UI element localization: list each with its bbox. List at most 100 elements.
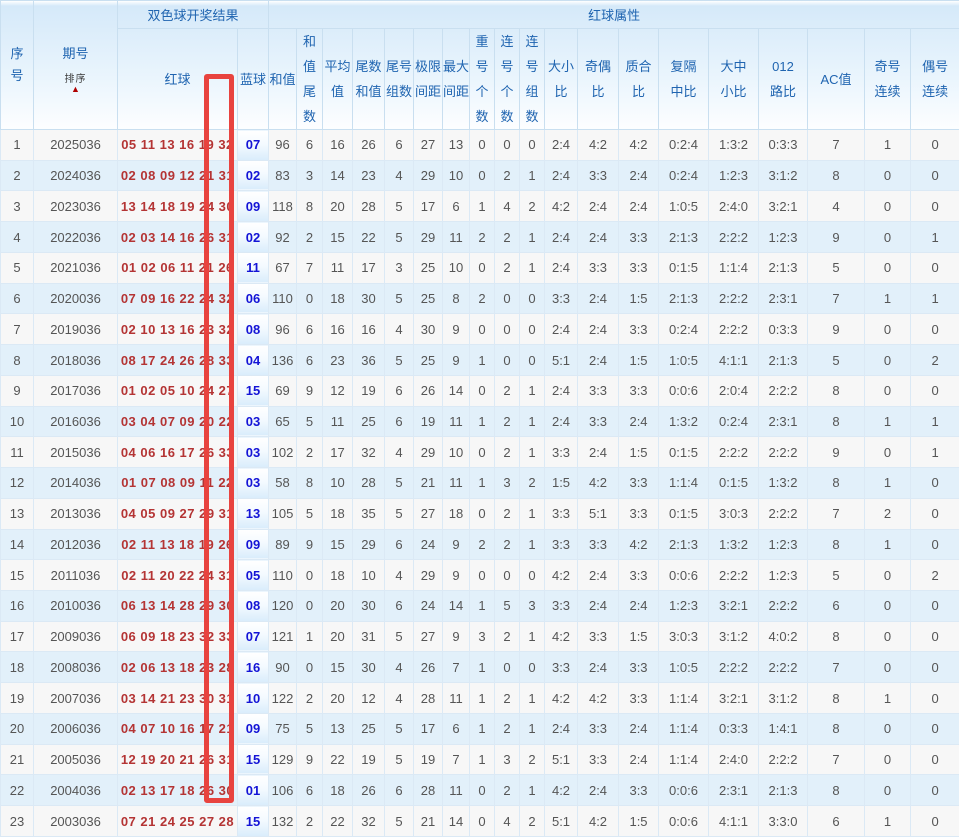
period-cell: 2013036 (34, 498, 118, 529)
stat-cell-odd-consecutive: 0 (865, 437, 911, 468)
stat-cell-average: 15 (323, 652, 353, 683)
stat-cell-sum: 129 (269, 744, 297, 775)
col-header-period-sort[interactable]: 期号 排序 ▲ (34, 1, 118, 130)
stat-cell-repeat-count: 0 (470, 375, 495, 406)
stat-cell-big-mid-small-ratio: 4:1:1 (709, 806, 759, 837)
col-header-line: 间距 (443, 79, 469, 104)
stat-cell-max-gap: 13 (443, 130, 470, 161)
stat-cell-road-012-ratio: 4:0:2 (759, 621, 808, 652)
stat-cell-ac-value: 8 (808, 621, 865, 652)
stat-cell-consecutive-count: 2 (495, 252, 520, 283)
stat-cell-average: 20 (323, 621, 353, 652)
stat-cell-limit-gap: 28 (414, 683, 443, 714)
sort-label: 排序 (65, 74, 87, 85)
stat-cell-repeat-count: 1 (470, 713, 495, 744)
stat-cell-sum: 122 (269, 683, 297, 714)
stat-cell-sum: 67 (269, 252, 297, 283)
stat-cell-odd-consecutive: 0 (865, 252, 911, 283)
stat-cell-ac-value: 6 (808, 591, 865, 622)
stat-cell-odd-consecutive: 0 (865, 314, 911, 345)
stat-cell-even-consecutive: 0 (911, 314, 959, 345)
stat-cell-average: 18 (323, 283, 353, 314)
col-header-line: 个数 (470, 79, 494, 129)
stat-cell-tail-group-count: 6 (385, 529, 414, 560)
stat-cell-odd-consecutive: 0 (865, 713, 911, 744)
table-row: 20200603604 07 10 16 17 2109755132551761… (1, 713, 959, 744)
stat-cell-odd-even-ratio: 3:3 (578, 744, 619, 775)
stat-cell-road-012-ratio: 2:2:2 (759, 498, 808, 529)
stat-cell-ac-value: 8 (808, 683, 865, 714)
period-header-label: 期号 (34, 44, 117, 64)
red-balls-cell: 02 08 09 12 21 31 (118, 160, 238, 191)
stat-cell-dup-interval-mid-ratio: 1:1:4 (659, 713, 709, 744)
period-cell: 2011036 (34, 560, 118, 591)
stat-cell-consecutive-group-count: 0 (520, 314, 545, 345)
blue-ball-cell: 15 (238, 744, 269, 775)
stat-cell-repeat-count: 2 (470, 283, 495, 314)
stat-cell-tail-group-count: 3 (385, 252, 414, 283)
serial-cell: 7 (1, 314, 34, 345)
stat-cell-prime-composite-ratio: 3:3 (619, 498, 659, 529)
stat-cell-tail-sum: 26 (353, 775, 385, 806)
col-header-average: 平均值 (323, 29, 353, 130)
stat-cell-odd-consecutive: 0 (865, 744, 911, 775)
col-header-big-small-ratio: 大小比 (545, 29, 578, 130)
red-balls-cell: 01 02 05 10 24 27 (118, 375, 238, 406)
stat-cell-road-012-ratio: 0:3:3 (759, 130, 808, 161)
stat-cell-average: 16 (323, 314, 353, 345)
stat-cell-big-small-ratio: 3:3 (545, 591, 578, 622)
stat-cell-consecutive-count: 4 (495, 191, 520, 222)
blue-ball-cell: 09 (238, 529, 269, 560)
col-header-line: 尾数 (353, 54, 384, 79)
stat-cell-odd-even-ratio: 2:4 (578, 560, 619, 591)
stat-cell-consecutive-count: 0 (495, 345, 520, 376)
serial-cell: 3 (1, 191, 34, 222)
stat-cell-prime-composite-ratio: 3:3 (619, 775, 659, 806)
stat-cell-consecutive-count: 4 (495, 806, 520, 837)
col-header-line: 012 (759, 54, 807, 79)
stat-cell-limit-gap: 29 (414, 160, 443, 191)
stat-cell-sum-tail: 6 (297, 775, 323, 806)
stat-cell-dup-interval-mid-ratio: 0:1:5 (659, 498, 709, 529)
red-balls-cell: 07 09 16 22 24 32 (118, 283, 238, 314)
table-row: 2202403602 08 09 12 21 31028331423429100… (1, 160, 959, 191)
stat-cell-prime-composite-ratio: 3:3 (619, 652, 659, 683)
stat-cell-ac-value: 8 (808, 406, 865, 437)
stat-cell-odd-consecutive: 1 (865, 468, 911, 499)
period-cell: 2016036 (34, 406, 118, 437)
stat-cell-max-gap: 11 (443, 775, 470, 806)
stat-cell-average: 22 (323, 744, 353, 775)
stat-cell-sum: 110 (269, 560, 297, 591)
stat-cell-ac-value: 8 (808, 160, 865, 191)
stat-cell-big-small-ratio: 4:2 (545, 191, 578, 222)
stat-cell-even-consecutive: 0 (911, 591, 959, 622)
stat-cell-prime-composite-ratio: 3:3 (619, 375, 659, 406)
period-cell: 2025036 (34, 130, 118, 161)
stat-cell-big-mid-small-ratio: 2:2:2 (709, 283, 759, 314)
stat-cell-ac-value: 4 (808, 191, 865, 222)
stat-cell-sum: 96 (269, 314, 297, 345)
red-balls-cell: 03 04 07 09 20 22 (118, 406, 238, 437)
stat-cell-average: 20 (323, 683, 353, 714)
stat-cell-tail-sum: 30 (353, 591, 385, 622)
stat-cell-even-consecutive: 2 (911, 345, 959, 376)
stat-cell-big-mid-small-ratio: 1:3:2 (709, 130, 759, 161)
col-header-line: 极限 (414, 54, 442, 79)
blue-ball-cell: 10 (238, 683, 269, 714)
stat-cell-sum: 121 (269, 621, 297, 652)
stat-cell-tail-group-count: 5 (385, 806, 414, 837)
stat-cell-tail-sum: 25 (353, 713, 385, 744)
col-header-line: 间距 (414, 79, 442, 104)
stat-cell-big-mid-small-ratio: 3:1:2 (709, 621, 759, 652)
stat-cell-average: 13 (323, 713, 353, 744)
sort-control[interactable]: 排序 ▲ (34, 72, 117, 93)
red-balls-cell: 04 07 10 16 17 21 (118, 713, 238, 744)
table-row: 17200903606 09 18 23 32 3307121120315279… (1, 621, 959, 652)
serial-cell: 12 (1, 468, 34, 499)
blue-ball-cell: 06 (238, 283, 269, 314)
stat-cell-sum-tail: 6 (297, 314, 323, 345)
stat-cell-tail-group-count: 5 (385, 191, 414, 222)
stat-cell-average: 20 (323, 191, 353, 222)
stat-cell-big-small-ratio: 4:2 (545, 683, 578, 714)
stat-cell-tail-sum: 10 (353, 560, 385, 591)
